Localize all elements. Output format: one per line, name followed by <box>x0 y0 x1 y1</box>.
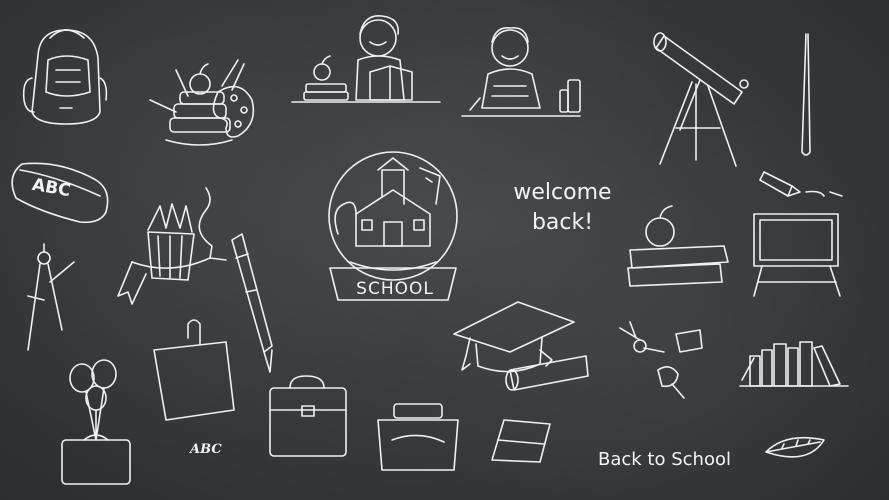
paper-note-icon <box>153 341 235 421</box>
pointer-stick-icon <box>801 33 811 156</box>
ink-bottle-icon <box>377 403 459 471</box>
backpack-icon <box>22 29 108 125</box>
welcome-line: welcome <box>513 180 612 205</box>
apple-icon <box>189 63 211 95</box>
snow-globe-label: SCHOOL <box>356 279 434 299</box>
balloons-bag-icon <box>61 359 131 485</box>
chalkboard-background: welcome back! Back to School ABC SCHOOL … <box>0 0 889 500</box>
welcome-back-message: welcome back! <box>490 178 635 238</box>
compass-tool-icon <box>27 243 75 351</box>
briefcase-icon <box>269 375 347 457</box>
apple-on-books-icon <box>627 205 729 287</box>
paint-palette-icon <box>212 59 255 138</box>
boy-writing-icon <box>461 26 581 117</box>
chalk-drawings <box>11 15 849 485</box>
back-line: back! <box>531 210 594 235</box>
leaf-icon <box>765 436 825 458</box>
crayon-icon <box>759 171 843 197</box>
push-pins-icon <box>619 321 703 399</box>
notebook-icon <box>491 419 551 463</box>
fountain-pen-icon <box>231 233 273 373</box>
back-to-school-title: Back to School <box>598 449 731 470</box>
bookshelf-books-icon <box>739 341 849 387</box>
paper-clip-icon <box>187 319 201 345</box>
snow-globe-school-icon <box>328 151 458 301</box>
telescope-icon <box>653 32 749 167</box>
girl-reading-icon <box>291 15 441 103</box>
abc-caption: ABC <box>190 442 222 457</box>
blackboard-easel-icon <box>753 213 841 297</box>
